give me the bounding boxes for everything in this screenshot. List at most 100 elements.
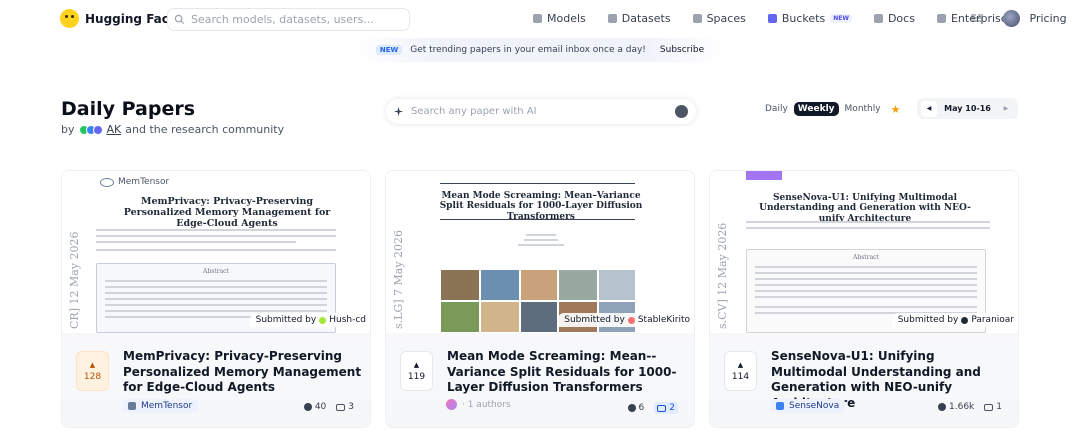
upvote-button[interactable]: ▲ 119 <box>400 351 433 391</box>
nav-docs-label: Docs <box>887 12 915 25</box>
comment-count: 1 <box>996 402 1002 412</box>
previous-week-button[interactable]: ◀ <box>921 100 937 117</box>
comment-icon <box>984 403 994 411</box>
period-weekly[interactable]: Weekly <box>793 102 839 116</box>
submitter-avatar <box>319 316 327 324</box>
thumb-header-text: MemTensor <box>118 177 170 187</box>
github-count: 6 <box>638 403 645 413</box>
date-navigator: ◀ May 10-16 ▶ <box>917 98 1018 119</box>
brand-logo[interactable]: Hugging Face <box>60 9 177 28</box>
thumb-text-line <box>755 306 977 308</box>
paper-card[interactable]: Mean Mode Screaming: Mean–Variance Split… <box>385 170 695 428</box>
submitted-label: Submitted by <box>564 315 625 325</box>
thumb-text-line <box>105 292 327 294</box>
thumb-arxiv-id: s.LG] 7 May 2026 <box>392 229 405 329</box>
newsletter-banner: NEW Get trending papers in your email in… <box>357 38 723 62</box>
figure-photo <box>480 301 520 333</box>
submitter-name[interactable]: Hush-cd <box>329 315 366 325</box>
thumb-text-line <box>755 296 977 298</box>
subscribe-link[interactable]: Subscribe <box>660 45 704 55</box>
github-stars[interactable]: 6 <box>627 403 645 413</box>
paper-card[interactable]: MemTensor MemPrivacy: Privacy-Preserving… <box>61 170 371 428</box>
period-daily[interactable]: Daily <box>765 104 788 114</box>
thumb-text-line <box>96 229 336 231</box>
nav-buckets[interactable]: Buckets NEW <box>767 12 852 25</box>
paper-thumbnail[interactable]: MemTensor MemPrivacy: Privacy-Preserving… <box>62 171 370 333</box>
authors[interactable]: · 1 authors <box>446 399 511 410</box>
thumb-arxiv-id: s.CV] 12 May 2026 <box>716 222 729 329</box>
nav-datasets[interactable]: Datasets <box>607 12 671 25</box>
top-navbar: Hugging Face Search models, datasets, us… <box>0 0 1080 38</box>
buckets-icon <box>767 14 777 23</box>
org-name: MemTensor <box>141 401 193 411</box>
paper-thumbnail[interactable]: SenseNova-U1: Unifying Multimodal Unders… <box>710 171 1018 333</box>
submitter-name[interactable]: Paranioar <box>971 315 1014 325</box>
paper-title[interactable]: MemPrivacy: Privacy-Preserving Personali… <box>123 349 363 396</box>
paper-card[interactable]: SenseNova-U1: Unifying Multimodal Unders… <box>709 170 1019 428</box>
nav-spaces[interactable]: Spaces <box>692 12 746 25</box>
upvote-button[interactable]: ▲ 128 <box>76 351 109 391</box>
sensenova-icon <box>776 402 784 410</box>
global-search-input[interactable]: Search models, datasets, users... <box>167 8 410 31</box>
comment-icon <box>657 404 667 412</box>
thumb-rule <box>440 219 635 220</box>
thumb-rule <box>440 183 635 184</box>
github-stars[interactable]: 1.66k <box>938 402 974 412</box>
thumb-text-line <box>105 286 327 288</box>
thumb-text-line <box>96 249 336 251</box>
period-monthly[interactable]: Monthly <box>845 104 881 114</box>
thumb-text-line <box>755 284 977 286</box>
github-stars[interactable]: 40 <box>303 402 327 412</box>
figure-photo <box>520 301 558 333</box>
thumb-text-line <box>524 239 558 241</box>
nav-models[interactable]: Models <box>533 12 586 25</box>
submitter-name[interactable]: StableKirito <box>638 315 690 325</box>
github-count: 40 <box>314 402 327 412</box>
submitted-by: Submitted by Paranioar <box>891 313 1018 327</box>
thumb-text-line <box>96 235 336 237</box>
curator-link[interactable]: AK <box>107 123 122 136</box>
paper-title[interactable]: Mean Mode Screaming: Mean--Variance Spli… <box>447 349 687 396</box>
comments[interactable]: 1 <box>984 402 1002 412</box>
github-count: 1.66k <box>949 402 975 412</box>
curator-avatars <box>78 124 103 135</box>
thumb-abstract-label: Abstract <box>203 268 229 275</box>
upvote-button[interactable]: ▲ 114 <box>724 351 757 391</box>
submitter-avatar <box>961 316 969 324</box>
nav-spaces-label: Spaces <box>706 12 746 25</box>
hugging-face-logo-icon <box>60 9 79 28</box>
search-icon <box>174 14 185 25</box>
thumb-text-line <box>526 234 556 236</box>
star-icon[interactable]: ★ <box>891 103 901 116</box>
datasets-icon <box>607 14 617 23</box>
menu-icon[interactable] <box>971 14 983 22</box>
nav-docs[interactable]: Docs <box>873 12 915 25</box>
nav-links: Models Datasets Spaces Buckets NEW Docs … <box>533 12 1080 25</box>
authors-count: · 1 authors <box>462 399 511 410</box>
thumb-text-line <box>746 221 990 223</box>
enterprise-icon <box>936 14 946 23</box>
docs-icon <box>873 14 883 23</box>
paper-thumbnail[interactable]: Mean Mode Screaming: Mean–Variance Split… <box>386 171 694 333</box>
spaces-icon <box>692 14 702 23</box>
figure-photo <box>440 269 480 301</box>
date-range[interactable]: May 10-16 <box>944 104 991 113</box>
org-badge[interactable]: MemTensor <box>122 399 199 413</box>
thumb-text-line <box>105 310 327 312</box>
comment-count: 3 <box>348 402 354 412</box>
thumb-org-header: MemTensor <box>100 177 169 187</box>
submitted-label: Submitted by <box>897 315 959 325</box>
comments[interactable]: 3 <box>336 402 354 412</box>
sparkle-icon <box>394 106 404 117</box>
thumb-title: Mean Mode Screaming: Mean–Variance Split… <box>439 191 643 222</box>
next-week-button[interactable]: ▶ <box>998 101 1014 117</box>
thumb-text-line <box>746 227 990 229</box>
nav-pricing[interactable]: Pricing <box>1030 12 1067 25</box>
user-avatar[interactable] <box>1003 10 1020 27</box>
paper-search-input[interactable]: Search any paper with AI <box>386 99 696 124</box>
byline: by AK and the research community <box>61 123 284 136</box>
comments[interactable]: 2 <box>654 402 678 414</box>
org-badge[interactable]: SenseNova <box>770 399 846 413</box>
image-search-icon[interactable] <box>675 105 688 118</box>
submitter-avatar <box>627 316 635 324</box>
